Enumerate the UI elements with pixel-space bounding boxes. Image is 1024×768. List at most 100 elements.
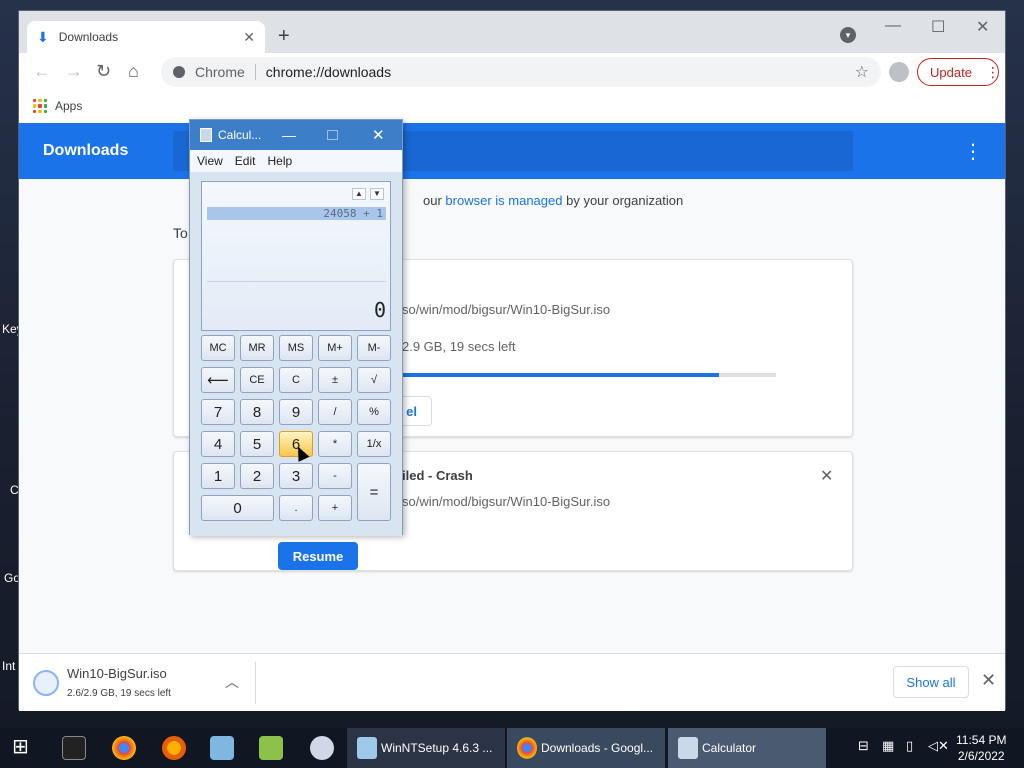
back-icon[interactable]: ← [33, 61, 51, 82]
tab-close-icon[interactable]: ✕ [243, 29, 255, 46]
decimal-button[interactable]: . [279, 495, 313, 521]
digit-5-button[interactable]: 5 [240, 431, 274, 457]
taskbar-item-label: WinNTSetup 4.6.3 ... [381, 741, 493, 755]
chrome-window: ⬇ Downloads ✕ + ▾ — ☐ ✕ ← → ↻ ⌂ Chrome c… [18, 10, 1006, 711]
minimize-icon[interactable]: — [885, 17, 901, 35]
network-icon[interactable]: ⊟ [858, 738, 869, 754]
mc-button[interactable]: MC [201, 335, 235, 361]
download-path[interactable]: so/win/mod/bigsur/Win10-BigSur.iso [402, 494, 610, 509]
terminal-icon[interactable] [62, 736, 86, 760]
more-actions-icon[interactable]: ⋮ [963, 139, 983, 164]
apps-bookmark[interactable]: Apps [55, 99, 82, 113]
shelf-file-name[interactable]: Win10-BigSur.iso [67, 666, 167, 681]
address-bar[interactable]: Chrome chrome://downloads ☆ [161, 57, 881, 87]
resume-button[interactable]: Resume [278, 542, 358, 570]
history-scroll: ▲ ▼ [348, 188, 384, 200]
backspace-button[interactable]: ⟵ [201, 367, 235, 393]
menu-dots-icon[interactable]: ⋮ [986, 64, 1000, 81]
bookmarks-bar: Apps [19, 91, 1005, 121]
history-entry[interactable]: 24058 + 1 [207, 207, 386, 220]
chevron-up-icon[interactable]: ︿ [225, 672, 239, 692]
new-tab-icon[interactable]: + [278, 25, 290, 48]
calculator-titlebar[interactable]: Calcul... — ✕ [190, 120, 402, 150]
spreadsheet-app-icon[interactable] [259, 736, 283, 760]
digit-4-button[interactable]: 4 [201, 431, 235, 457]
digit-1-button[interactable]: 1 [201, 463, 235, 489]
remove-download-icon[interactable]: ✕ [820, 466, 833, 486]
notes-app-icon[interactable] [210, 736, 234, 760]
firefox-icon[interactable] [162, 736, 186, 760]
calculator-app-icon [200, 128, 212, 142]
display-divider [207, 281, 386, 282]
menu-help[interactable]: Help [267, 154, 292, 168]
display-icon[interactable]: ▦ [882, 738, 894, 754]
digit-9-button[interactable]: 9 [279, 399, 313, 425]
forward-icon[interactable]: → [65, 61, 83, 82]
plus-minus-button[interactable]: ± [318, 367, 352, 393]
maximize-icon[interactable] [327, 130, 338, 140]
multiply-button[interactable]: * [318, 431, 352, 457]
update-button[interactable]: Update ⋮ [917, 58, 1000, 86]
digit-2-button[interactable]: 2 [240, 463, 274, 489]
taskbar-item-label: Downloads - Googl... [541, 741, 654, 755]
shelf-file-status: 2.6/2.9 GB, 19 secs left [67, 688, 171, 699]
download-failed-status: iled - Crash [402, 468, 473, 483]
calculator-window: Calcul... — ✕ View Edit Help ▲ ▼ 24058 + … [189, 119, 403, 536]
digit-3-button[interactable]: 3 [279, 463, 313, 489]
digit-8-button[interactable]: 8 [240, 399, 274, 425]
close-shelf-icon[interactable]: ✕ [981, 670, 996, 691]
ce-button[interactable]: CE [240, 367, 274, 393]
update-label: Update [930, 64, 972, 80]
calculator-title: Calcul... [218, 128, 262, 142]
desktop-icon-label[interactable]: Int [2, 659, 15, 673]
scroll-down-icon[interactable]: ▼ [370, 188, 384, 200]
close-icon[interactable]: ✕ [372, 126, 385, 144]
scroll-up-icon[interactable]: ▲ [352, 188, 366, 200]
apps-grid-icon[interactable] [33, 99, 47, 113]
calculator-menu-bar: View Edit Help [190, 150, 402, 172]
profile-avatar-icon[interactable] [889, 62, 909, 82]
digit-0-button[interactable]: 0 [201, 495, 274, 521]
percent-button[interactable]: % [357, 399, 391, 425]
mr-button[interactable]: MR [240, 335, 274, 361]
reload-icon[interactable]: ↻ [96, 61, 111, 82]
download-progress-bar [394, 373, 776, 377]
m-minus-button[interactable]: M- [357, 335, 391, 361]
show-all-button[interactable]: Show all [893, 666, 969, 698]
menu-edit[interactable]: Edit [235, 154, 256, 168]
home-icon[interactable]: ⌂ [128, 61, 139, 82]
managed-link[interactable]: browser is managed [445, 193, 562, 208]
menu-view[interactable]: View [197, 154, 223, 168]
reciprocal-button[interactable]: 1/x [357, 431, 391, 457]
windows-start-icon[interactable]: ⊞ [12, 734, 36, 758]
add-button[interactable]: + [318, 495, 352, 521]
digit-7-button[interactable]: 7 [201, 399, 235, 425]
volume-muted-icon[interactable]: ◁✕ [928, 738, 949, 754]
download-path[interactable]: so/win/mod/bigsur/Win10-BigSur.iso [402, 302, 610, 317]
equals-button[interactable]: = [357, 463, 391, 521]
bookmark-star-icon[interactable]: ☆ [855, 62, 869, 82]
taskbar-item-winntsetup[interactable]: WinNTSetup 4.6.3 ... [347, 728, 505, 768]
taskbar-item-chrome[interactable]: Downloads - Googl... [507, 728, 665, 768]
taskbar-clock[interactable]: 11:54 PM 2/6/2022 [956, 732, 1006, 764]
divide-button[interactable]: / [318, 399, 352, 425]
usb-icon[interactable]: ▯ [906, 738, 913, 754]
subtract-button[interactable]: - [318, 463, 352, 489]
taskbar-item-calculator[interactable]: Calculator [668, 728, 826, 768]
tab-downloads[interactable]: ⬇ Downloads ✕ [27, 21, 265, 53]
tool-app-icon[interactable] [310, 736, 334, 760]
chrome-taskbar-icon[interactable] [112, 736, 136, 760]
ms-button[interactable]: MS [279, 335, 313, 361]
url-text[interactable]: chrome://downloads [256, 64, 855, 80]
clear-button[interactable]: C [279, 367, 313, 393]
maximize-icon[interactable]: ☐ [931, 17, 945, 37]
chrome-icon [517, 737, 537, 759]
site-info-icon[interactable] [173, 66, 185, 78]
close-icon[interactable]: ✕ [976, 17, 989, 37]
winntsetup-icon [357, 737, 377, 759]
m-plus-button[interactable]: M+ [318, 335, 352, 361]
tab-search-icon[interactable]: ▾ [840, 27, 856, 43]
sqrt-button[interactable]: √ [357, 367, 391, 393]
calculator-icon [678, 737, 698, 759]
minimize-icon[interactable]: — [282, 127, 296, 143]
